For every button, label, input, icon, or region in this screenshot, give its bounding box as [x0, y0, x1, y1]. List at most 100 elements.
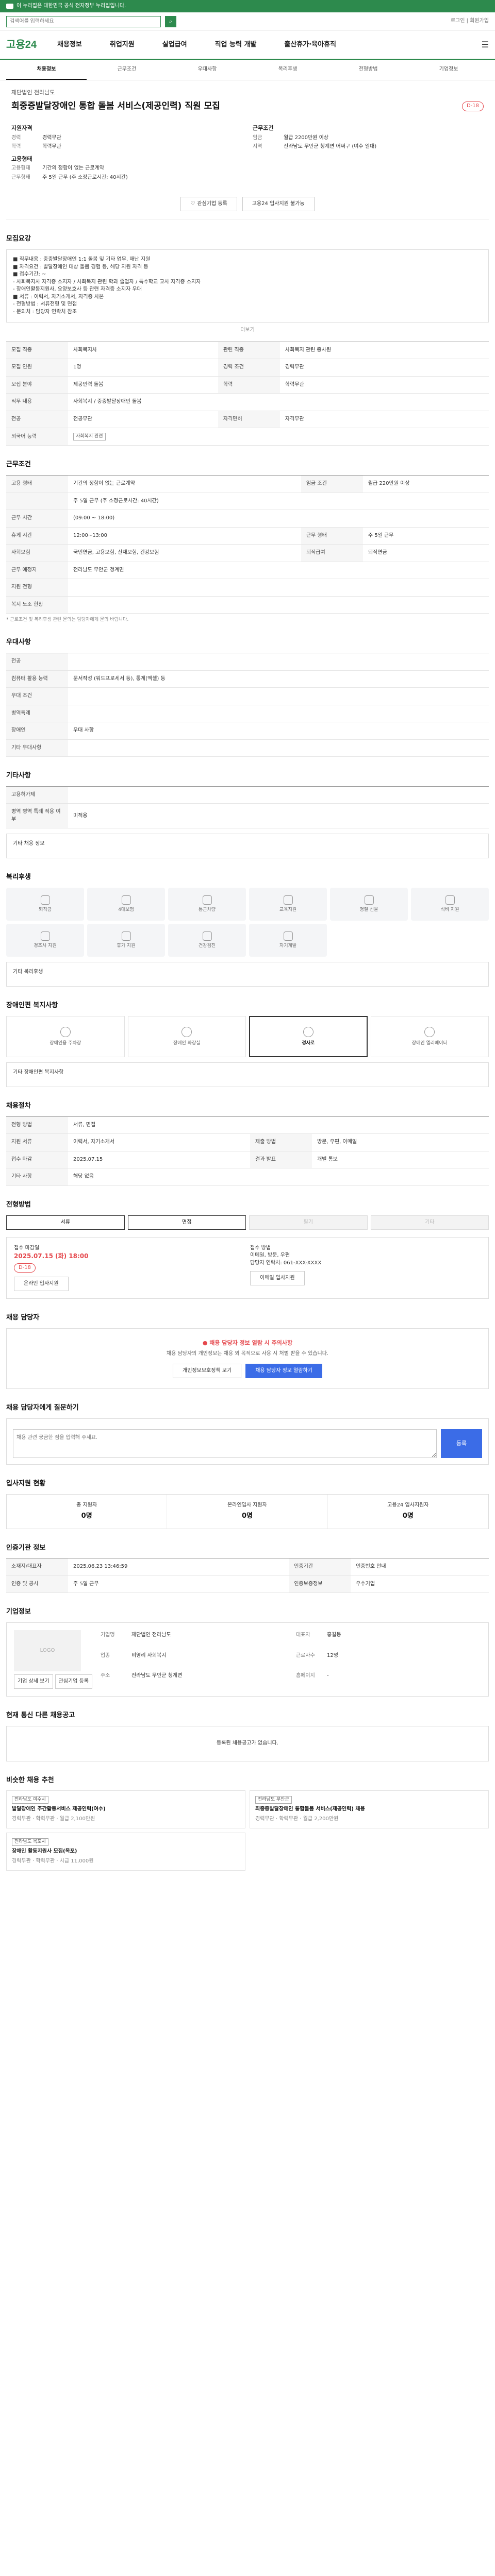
company-value: 재단법인 전라남도: [131, 1632, 171, 1638]
submit-question-button[interactable]: 등록: [441, 1429, 482, 1459]
cell-key: 자격면허: [218, 411, 280, 429]
more-button[interactable]: 더보기: [6, 327, 489, 334]
welfare-label: 경조사 지원: [34, 943, 57, 948]
stat-value: 0명: [81, 1512, 92, 1520]
disability-note-box: 기타 장애인편 복지사항: [6, 1062, 489, 1088]
email-apply-button[interactable]: 이메일 입사지원: [250, 1271, 305, 1286]
section-heading: 현재 통신 다른 채용공고: [6, 1711, 75, 1720]
rec-tag: 전라남도 여수시: [12, 1796, 48, 1804]
privacy-button[interactable]: 개인정보보호정책 보기: [173, 1364, 242, 1379]
table-row: 모집 직종 사회복지사 관련 직종 사회복지 관련 종사원: [6, 342, 489, 360]
welfare-item: 통근차량: [168, 888, 246, 921]
section-heading: 채용절차: [6, 1102, 31, 1110]
desc-line: ■ 자격요건 : 발달장애인 대상 돌봄 경험 등, 해당 지원 자격 등: [13, 264, 148, 270]
menu-icon[interactable]: ☰: [482, 39, 489, 50]
cell-key: 병역 병역 특례 적용 여부: [6, 803, 68, 829]
welfare-label: 교육지원: [279, 907, 297, 912]
table-row: 우대 조건: [6, 687, 489, 705]
cell-key: 고용 형태: [6, 475, 68, 493]
method-heading: 접수 방법: [250, 1245, 271, 1251]
cell-value: 1명: [68, 359, 218, 377]
similar-empty: 등록된 채용공고가 없습니다.: [6, 1726, 489, 1761]
cell-value: 우수기업: [351, 1575, 489, 1594]
cell-key: 관련 직종: [218, 342, 280, 360]
cell-key: 인증기간: [289, 1558, 351, 1576]
auth-links[interactable]: 로그인 | 회원가입: [451, 18, 489, 25]
section-heading: 근무조건: [6, 461, 31, 469]
cell-value: 제공인력 돌봄: [68, 376, 218, 394]
other-table: 고용허가제 병역 병역 특례 적용 여부 미적용: [6, 786, 489, 829]
gnb-item[interactable]: 실업급여: [162, 40, 187, 50]
cond-heading: 근무조건: [253, 124, 274, 131]
rec-title: 장애인 활동지원사 모집(목포): [12, 1849, 77, 1855]
dday-badge: D-18: [461, 101, 484, 111]
recommendation-card[interactable]: 전라남도 여수시 발달장애인 주간활동서비스 제공인력(여수) 경력무관 · 학…: [6, 1790, 245, 1829]
stat-item: 고용24 입사지원자 0명: [328, 1495, 488, 1528]
interest-button[interactable]: ♡ 관심기업 등록: [180, 197, 237, 212]
cell-key: 전공: [6, 653, 68, 671]
welfare-label: 명절 선물: [359, 907, 378, 912]
type-value: 기간의 정함이 없는 근로계약: [42, 165, 104, 172]
cell-key: 장애인: [6, 722, 68, 740]
section-heading: 우대사항: [6, 638, 31, 647]
table-row: 접수 마감 2025.07.15 결과 발표 개별 통보: [6, 1151, 489, 1169]
gnb-menu: 채용정보 취업지원 실업급여 직업 능력 개발 출산휴가·육아휴직: [57, 40, 336, 50]
utility-bar: ⌕ 로그인 | 회원가입: [0, 12, 495, 31]
section-heading: 인증기관 정보: [6, 1544, 46, 1552]
stat-label: 온라인입사 지원자: [227, 1502, 267, 1509]
agency-table: 소재지/대표자 2025.06.23 13:46:59 인증기간 인증번호 안내 인증…: [6, 1558, 489, 1594]
deadline-heading: 접수 마감일: [14, 1245, 40, 1251]
cell-value: [68, 786, 489, 804]
apply-status-button[interactable]: 고용24 입사지원 불가능: [242, 197, 315, 212]
recommendation-card[interactable]: 전라남도 무안군 최중증발달장애인 통합돌봄 서비스(제공인력) 채용 경력무관…: [250, 1790, 489, 1829]
question-input[interactable]: [13, 1429, 437, 1459]
edu-label: 학력: [11, 144, 21, 150]
gnb-item[interactable]: 채용정보: [57, 40, 82, 50]
other-note: 기타 채용 정보: [13, 841, 45, 847]
retirement-icon: [40, 895, 50, 905]
stat-value: 0명: [402, 1512, 414, 1520]
site-logo[interactable]: 고용24: [6, 38, 37, 53]
method-item: 기타: [370, 1215, 489, 1230]
company-interest-button[interactable]: 관심기업 등록: [55, 1674, 92, 1689]
stat-item: 온라인입사 지원자 0명: [167, 1495, 328, 1529]
cell-value: 국민연금, 고용보험, 산재보험, 건강보험: [68, 544, 301, 562]
book-icon: [283, 931, 293, 941]
tab[interactable]: 채용정보: [6, 66, 87, 80]
tab[interactable]: 기업정보: [408, 66, 489, 74]
cell-value: [68, 653, 489, 671]
gnb-item[interactable]: 취업지원: [110, 40, 135, 50]
rec-tag: 전라남도 목포시: [12, 1838, 48, 1846]
cell-key: [6, 493, 68, 511]
table-row: 인증 및 공시 주 5일 근무 인증보증정보 우수기업: [6, 1575, 489, 1594]
welfare-item: 명절 선물: [330, 888, 408, 921]
tab[interactable]: 전형방법: [328, 66, 408, 74]
gnb-item[interactable]: 직업 능력 개발: [215, 40, 257, 50]
flag-icon: [6, 4, 13, 9]
tab[interactable]: 우대사항: [167, 66, 248, 74]
cell-key: 임금 조건: [301, 475, 363, 493]
cell-value: 12:00~13:00: [68, 527, 301, 545]
other-note-box: 기타 채용 정보: [6, 834, 489, 859]
table-row: 장애인 우대 사항: [6, 722, 489, 740]
work-note: * 근로조건 및 복리후생 관련 문의는 담당자에게 문의 바랍니다.: [6, 617, 129, 623]
view-contact-button[interactable]: 채용 담당자 정보 열람하기: [245, 1364, 322, 1379]
gnb-item[interactable]: 출산휴가·육아휴직: [284, 40, 336, 50]
cell-key: 고용허가제: [6, 786, 68, 804]
recommendation-card[interactable]: 전라남도 목포시 장애인 활동지원사 모집(목포) 경력무관 · 학력무관 · …: [6, 1833, 245, 1871]
online-apply-button[interactable]: 온라인 입사지원: [14, 1277, 69, 1292]
table-row: 컴퓨터 활용 능력 문서작성 (워드프로세서 등), 통계(엑셀) 등: [6, 670, 489, 688]
heart-icon: ♡: [190, 201, 195, 207]
cell-key: 사회보험: [6, 544, 68, 562]
tab[interactable]: 복리후생: [248, 66, 328, 74]
insurance-icon: [121, 895, 131, 905]
search-input[interactable]: [6, 15, 161, 27]
cell-value: 서류, 면접: [68, 1116, 489, 1134]
search-icon[interactable]: ⌕: [165, 15, 176, 27]
cell-value: 사회복지 관련 종사원: [279, 342, 489, 360]
method-grid: 서류 면접 필기 기타: [6, 1215, 489, 1230]
table-row: 모집 인원 1명 경력 조건 경력무관: [6, 359, 489, 377]
company-detail-button[interactable]: 기업 상세 보기: [14, 1674, 53, 1689]
tab[interactable]: 근무조건: [87, 66, 167, 74]
cell-value: [68, 687, 489, 705]
